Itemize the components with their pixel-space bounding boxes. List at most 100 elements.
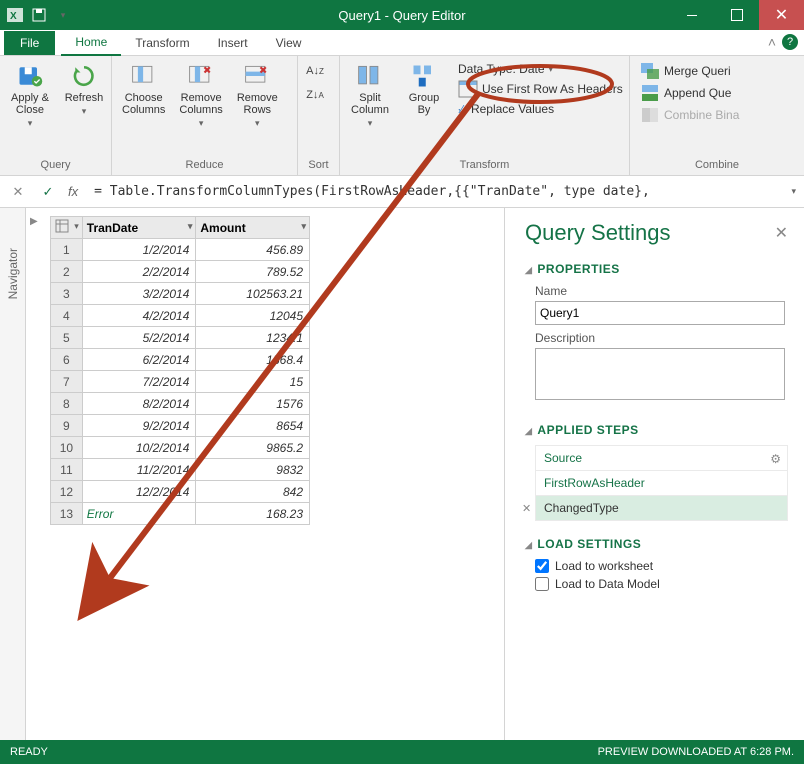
table-row-error[interactable]: 13 Error 168.23	[51, 503, 310, 525]
qat-dropdown-icon[interactable]: ▾	[52, 4, 74, 26]
column-header-trandate[interactable]: TranDate ▾	[82, 217, 196, 239]
remove-columns-button[interactable]: Remove Columns ▾	[175, 60, 226, 131]
cell-amount[interactable]: 9865.2	[196, 437, 310, 459]
save-icon[interactable]	[28, 4, 50, 26]
cell-amount[interactable]: 842	[196, 481, 310, 503]
row-number[interactable]: 4	[51, 305, 83, 327]
cell-error[interactable]: Error	[82, 503, 196, 525]
cell-amount[interactable]: 789.52	[196, 261, 310, 283]
navigator-expand-icon[interactable]: ▶	[30, 216, 38, 227]
fx-icon[interactable]: fx	[68, 184, 78, 199]
refresh-button[interactable]: Refresh ▾	[60, 60, 108, 119]
row-number[interactable]: 9	[51, 415, 83, 437]
row-number[interactable]: 8	[51, 393, 83, 415]
row-number[interactable]: 11	[51, 459, 83, 481]
select-all-corner[interactable]: ▾	[51, 217, 83, 239]
table-row[interactable]: 9 9/2/2014 8654	[51, 415, 310, 437]
sort-asc-button[interactable]: A↓Z	[304, 60, 326, 82]
cancel-formula-icon[interactable]: ✕	[8, 184, 28, 200]
append-queries-button[interactable]: Append Que	[640, 84, 739, 102]
file-tab[interactable]: File	[4, 31, 55, 55]
cell-amount[interactable]: 1568.4	[196, 349, 310, 371]
split-column-button[interactable]: Split Column ▾	[346, 60, 394, 131]
properties-section-header[interactable]: PROPERTIES	[525, 262, 788, 276]
cell-trandate[interactable]: 6/2/2014	[82, 349, 196, 371]
table-row[interactable]: 7 7/2/2014 15	[51, 371, 310, 393]
accept-formula-icon[interactable]: ✓	[38, 184, 58, 200]
load-to-datamodel-checkbox[interactable]: Load to Data Model	[535, 577, 788, 591]
merge-queries-button[interactable]: Merge Queri	[640, 62, 739, 80]
cell-trandate[interactable]: 10/2/2014	[82, 437, 196, 459]
step-source[interactable]: Source ⚙	[536, 445, 787, 470]
insert-tab[interactable]: Insert	[204, 31, 262, 55]
table-row[interactable]: 1 1/2/2014 456.89	[51, 239, 310, 261]
cell-amount[interactable]: 168.23	[196, 503, 310, 525]
row-number[interactable]: 7	[51, 371, 83, 393]
cell-amount[interactable]: 1576	[196, 393, 310, 415]
row-number[interactable]: 5	[51, 327, 83, 349]
cell-amount[interactable]: 8654	[196, 415, 310, 437]
load-settings-section-header[interactable]: LOAD SETTINGS	[525, 537, 788, 551]
delete-step-icon[interactable]: ✕	[522, 502, 531, 515]
use-first-row-headers-button[interactable]: Use First Row As Headers	[458, 80, 623, 98]
minimize-button[interactable]	[669, 0, 714, 30]
cell-trandate[interactable]: 11/2/2014	[82, 459, 196, 481]
table-row[interactable]: 5 5/2/2014 1234.1	[51, 327, 310, 349]
data-type-dropdown[interactable]: Data Type: Date ▾	[458, 62, 623, 76]
cell-trandate[interactable]: 2/2/2014	[82, 261, 196, 283]
table-row[interactable]: 4 4/2/2014 12045	[51, 305, 310, 327]
help-icon[interactable]: ?	[782, 34, 798, 50]
cell-amount[interactable]: 15	[196, 371, 310, 393]
row-number[interactable]: 13	[51, 503, 83, 525]
step-changedtype[interactable]: ✕ ChangedType	[536, 495, 787, 520]
query-name-input[interactable]	[535, 301, 785, 325]
cell-amount[interactable]: 102563.21	[196, 283, 310, 305]
transform-tab[interactable]: Transform	[121, 31, 203, 55]
navigator-pane-collapsed[interactable]: Navigator	[0, 208, 26, 740]
cell-trandate[interactable]: 4/2/2014	[82, 305, 196, 327]
cell-trandate[interactable]: 5/2/2014	[82, 327, 196, 349]
formula-expand-icon[interactable]: ▾	[791, 186, 796, 197]
cell-amount[interactable]: 12045	[196, 305, 310, 327]
apply-close-button[interactable]: Apply & Close ▾	[6, 60, 54, 131]
cell-trandate[interactable]: 12/2/2014	[82, 481, 196, 503]
cell-amount[interactable]: 9832	[196, 459, 310, 481]
row-number[interactable]: 1	[51, 239, 83, 261]
row-number[interactable]: 12	[51, 481, 83, 503]
row-number[interactable]: 2	[51, 261, 83, 283]
choose-columns-button[interactable]: Choose Columns	[118, 60, 169, 118]
cell-trandate[interactable]: 3/2/2014	[82, 283, 196, 305]
gear-icon[interactable]: ⚙	[770, 452, 781, 466]
sort-desc-button[interactable]: Z↓A	[304, 84, 326, 106]
cell-trandate[interactable]: 8/2/2014	[82, 393, 196, 415]
view-tab[interactable]: View	[262, 31, 316, 55]
replace-values-button[interactable]: ₁⁄₂ Replace Values	[458, 102, 623, 116]
cell-trandate[interactable]: 9/2/2014	[82, 415, 196, 437]
maximize-button[interactable]	[714, 0, 759, 30]
cell-amount[interactable]: 456.89	[196, 239, 310, 261]
applied-steps-section-header[interactable]: APPLIED STEPS	[525, 423, 788, 437]
remove-rows-button[interactable]: Remove Rows ▾	[233, 60, 282, 131]
table-row[interactable]: 3 3/2/2014 102563.21	[51, 283, 310, 305]
load-to-worksheet-checkbox[interactable]: Load to worksheet	[535, 559, 788, 573]
step-firstrowasheader[interactable]: FirstRowAsHeader	[536, 470, 787, 495]
row-number[interactable]: 10	[51, 437, 83, 459]
column-header-amount[interactable]: Amount ▾	[196, 217, 310, 239]
cell-amount[interactable]: 1234.1	[196, 327, 310, 349]
table-row[interactable]: 12 12/2/2014 842	[51, 481, 310, 503]
table-row[interactable]: 11 11/2/2014 9832	[51, 459, 310, 481]
cell-trandate[interactable]: 7/2/2014	[82, 371, 196, 393]
row-number[interactable]: 3	[51, 283, 83, 305]
query-description-input[interactable]	[535, 348, 785, 400]
close-button[interactable]: ✕	[759, 0, 804, 30]
table-row[interactable]: 6 6/2/2014 1568.4	[51, 349, 310, 371]
collapse-ribbon-icon[interactable]: ˄	[768, 34, 776, 50]
table-row[interactable]: 8 8/2/2014 1576	[51, 393, 310, 415]
table-row[interactable]: 2 2/2/2014 789.52	[51, 261, 310, 283]
home-tab[interactable]: Home	[61, 30, 121, 56]
close-settings-icon[interactable]: ✕	[775, 223, 788, 243]
row-number[interactable]: 6	[51, 349, 83, 371]
group-by-button[interactable]: Group By	[400, 60, 448, 118]
table-row[interactable]: 10 10/2/2014 9865.2	[51, 437, 310, 459]
formula-input[interactable]	[88, 181, 781, 202]
